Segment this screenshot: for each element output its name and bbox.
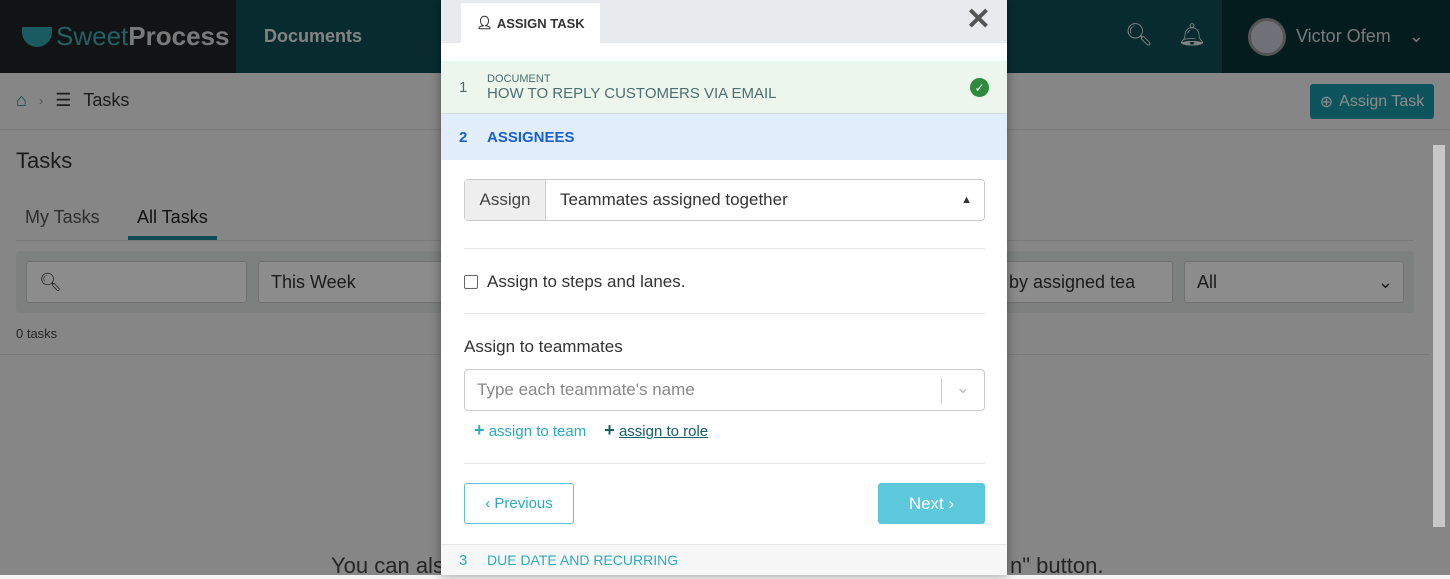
chevron-right-icon: › (943, 493, 955, 513)
step-assignees[interactable]: 2 ASSIGNEES (441, 114, 1007, 160)
divider (464, 463, 985, 464)
step-number: 2 (459, 128, 468, 146)
step-label: DOCUMENT (487, 73, 551, 85)
assign-to-team-link[interactable]: + assign to team (474, 420, 586, 441)
step-number: 1 (459, 79, 468, 96)
step-label: DUE DATE AND RECURRING (487, 552, 679, 568)
chevron-left-icon: ‹ (485, 495, 495, 512)
teammates-label: Assign to teammates (464, 337, 623, 356)
assign-mode-select[interactable]: Assign Teammates assigned together ▲ (464, 179, 985, 221)
modal-header: 👤︎ ASSIGN TASK ✕ (441, 0, 1007, 43)
previous-label: Previous (494, 495, 553, 512)
divider (464, 248, 985, 249)
step-number: 3 (459, 551, 468, 569)
link-label: assign to role (618, 423, 709, 440)
assign-mode-value: Teammates assigned together (560, 190, 788, 209)
teammates-placeholder: Type each teammate's name (477, 380, 695, 399)
teammates-input[interactable]: Type each teammate's name ⌄ (464, 369, 985, 411)
checkbox[interactable] (464, 275, 478, 289)
user-icon: 👤︎ (476, 15, 493, 30)
previous-button[interactable]: ‹ Previous (464, 483, 574, 524)
link-label: assign to team (488, 423, 587, 440)
chevron-down-icon[interactable]: ⌄ (956, 378, 970, 398)
close-icon[interactable]: ✕ (966, 2, 991, 37)
modal-tab-label: ASSIGN TASK (496, 15, 585, 31)
step-document[interactable]: 1 DOCUMENT HOW TO REPLY CUSTOMERS VIA EMA… (441, 61, 1007, 114)
next-button[interactable]: Next › (878, 483, 985, 524)
divider (464, 313, 985, 314)
checkbox-label: Assign to steps and lanes. (487, 272, 686, 291)
next-label: Next (908, 493, 944, 513)
check-circle-icon: ✓ (970, 78, 989, 97)
tab-assign-task[interactable]: 👤︎ ASSIGN TASK (461, 3, 600, 43)
step-due-date[interactable]: 3 DUE DATE AND RECURRING (441, 544, 1007, 575)
assign-to-role-link[interactable]: + assign to role (604, 420, 708, 441)
steps-lanes-checkbox[interactable]: Assign to steps and lanes. (464, 272, 685, 292)
scrollbar[interactable] (1433, 145, 1445, 527)
assign-task-modal: 👤︎ ASSIGN TASK ✕ 1 DOCUMENT HOW TO REPLY C… (441, 0, 1007, 575)
step-value: HOW TO REPLY CUSTOMERS VIA EMAIL (487, 85, 777, 102)
plus-icon: + (604, 420, 615, 440)
assign-label: Assign (465, 180, 546, 220)
sort-arrows-icon: ▲ (961, 194, 972, 206)
step-label: ASSIGNEES (487, 128, 575, 146)
plus-icon: + (474, 420, 485, 440)
